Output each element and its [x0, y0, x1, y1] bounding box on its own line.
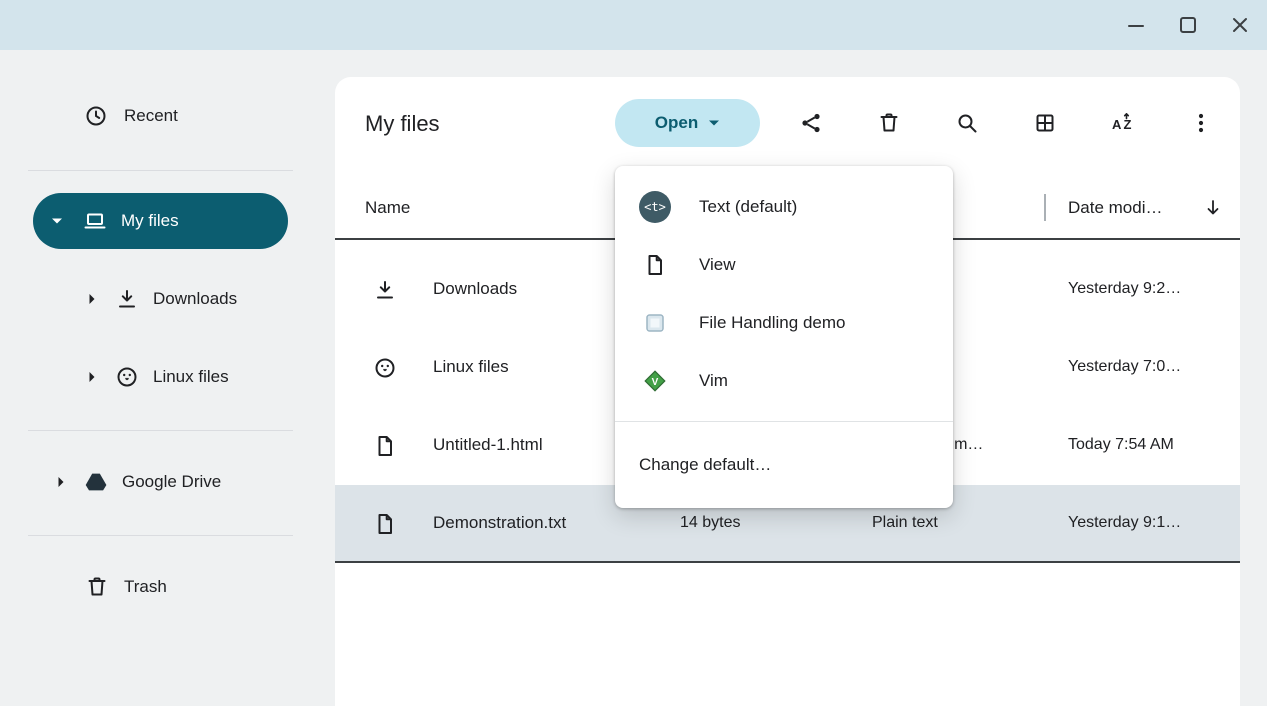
- menu-item-vim[interactable]: V Vim: [615, 352, 953, 410]
- minimize-icon: [1124, 13, 1148, 37]
- sidebar-item-google-drive[interactable]: Google Drive: [57, 458, 221, 506]
- share-button[interactable]: [787, 99, 835, 147]
- chevron-right-icon: [57, 476, 65, 488]
- chevron-right-icon: [88, 371, 96, 383]
- menu-item-file-handling-demo[interactable]: File Handling demo: [615, 294, 953, 352]
- trash-icon: [85, 575, 109, 599]
- minimize-button[interactable]: [1120, 9, 1152, 41]
- file-name: Downloads: [433, 279, 517, 299]
- download-icon: [115, 287, 139, 311]
- file-icon: [373, 434, 397, 458]
- menu-item-label: Text (default): [699, 197, 797, 217]
- close-button[interactable]: [1224, 9, 1256, 41]
- more-options-button[interactable]: [1177, 99, 1225, 147]
- file-date: Yesterday 7:0…: [1068, 358, 1181, 376]
- file-size: 14 bytes: [680, 514, 740, 532]
- file-date: Yesterday 9:2…: [1068, 280, 1181, 298]
- vim-app-icon: V: [639, 365, 671, 397]
- laptop-icon: [83, 209, 107, 233]
- download-icon: [373, 278, 397, 302]
- sidebar-item-label: My files: [121, 211, 179, 231]
- menu-item-label: File Handling demo: [699, 313, 845, 333]
- close-icon: [1228, 13, 1252, 37]
- menu-item-label: Vim: [699, 371, 728, 391]
- open-with-menu: <t> Text (default) View File Handling de…: [615, 166, 953, 508]
- delete-button[interactable]: [865, 99, 913, 147]
- file-name: Linux files: [433, 357, 509, 377]
- maximize-button[interactable]: [1172, 9, 1204, 41]
- sidebar-item-label: Downloads: [153, 289, 237, 309]
- chevron-right-icon: [88, 293, 96, 305]
- sidebar-item-linux-files[interactable]: Linux files: [88, 353, 229, 401]
- menu-item-label: View: [699, 255, 736, 275]
- text-app-icon: <t>: [639, 191, 671, 223]
- svg-text:A: A: [1112, 117, 1122, 132]
- text-app-glyph: <t>: [639, 191, 671, 223]
- arrow-down-icon: [1201, 196, 1225, 220]
- grid-view-icon: [1033, 111, 1057, 135]
- sort-direction-button[interactable]: [1199, 194, 1227, 222]
- chevron-down-icon: [51, 217, 63, 225]
- file-icon: [373, 512, 397, 536]
- sidebar-divider: [28, 170, 293, 171]
- kebab-menu-icon: [1189, 111, 1213, 135]
- column-name[interactable]: Name: [365, 198, 410, 218]
- column-date-modified[interactable]: Date modi…: [1068, 198, 1162, 218]
- sidebar-item-label: Recent: [124, 106, 178, 126]
- menu-item-view[interactable]: View: [615, 236, 953, 294]
- trash-icon: [877, 111, 901, 135]
- penguin-icon: [115, 365, 139, 389]
- open-button[interactable]: Open: [615, 99, 760, 147]
- file-date: Today 7:54 AM: [1068, 436, 1174, 454]
- menu-item-text-default[interactable]: <t> Text (default): [615, 178, 953, 236]
- file-name: Untitled-1.html: [433, 435, 543, 455]
- google-drive-icon: [84, 470, 108, 494]
- sort-az-icon: A Z: [1111, 111, 1135, 135]
- file-type: Plain text: [872, 514, 938, 532]
- share-icon: [799, 111, 823, 135]
- sidebar-divider: [28, 535, 293, 536]
- titlebar: [0, 0, 1267, 50]
- clock-icon: [84, 104, 108, 128]
- svg-text:Z: Z: [1124, 117, 1132, 132]
- menu-item-change-default[interactable]: Change default…: [615, 422, 953, 507]
- file-handling-app-icon: [639, 307, 671, 339]
- page-title: My files: [365, 111, 440, 137]
- sidebar-item-recent[interactable]: Recent: [84, 92, 178, 140]
- file-name: Demonstration.txt: [433, 513, 566, 533]
- file-date: Yesterday 9:1…: [1068, 514, 1181, 532]
- penguin-icon: [373, 356, 397, 380]
- window-controls: [1120, 9, 1256, 41]
- view-app-icon: [639, 249, 671, 281]
- sidebar-item-label: Trash: [124, 577, 167, 597]
- svg-text:V: V: [652, 377, 659, 388]
- search-icon: [955, 111, 979, 135]
- column-resize-handle[interactable]: [1044, 194, 1046, 221]
- chevron-down-icon: [708, 119, 720, 127]
- sidebar-item-my-files[interactable]: My files: [33, 193, 288, 249]
- sidebar-divider: [28, 430, 293, 431]
- open-button-label: Open: [655, 113, 698, 133]
- sidebar: Recent My files Downloads Linux files: [0, 50, 335, 706]
- sidebar-item-label: Google Drive: [122, 472, 221, 492]
- toolbar-actions: A Z: [787, 99, 1225, 147]
- sidebar-item-trash[interactable]: Trash: [85, 563, 167, 611]
- sidebar-item-downloads[interactable]: Downloads: [88, 275, 237, 323]
- grid-view-button[interactable]: [1021, 99, 1069, 147]
- maximize-icon: [1176, 13, 1200, 37]
- sidebar-item-label: Linux files: [153, 367, 229, 387]
- search-button[interactable]: [943, 99, 991, 147]
- sort-az-button[interactable]: A Z: [1099, 99, 1147, 147]
